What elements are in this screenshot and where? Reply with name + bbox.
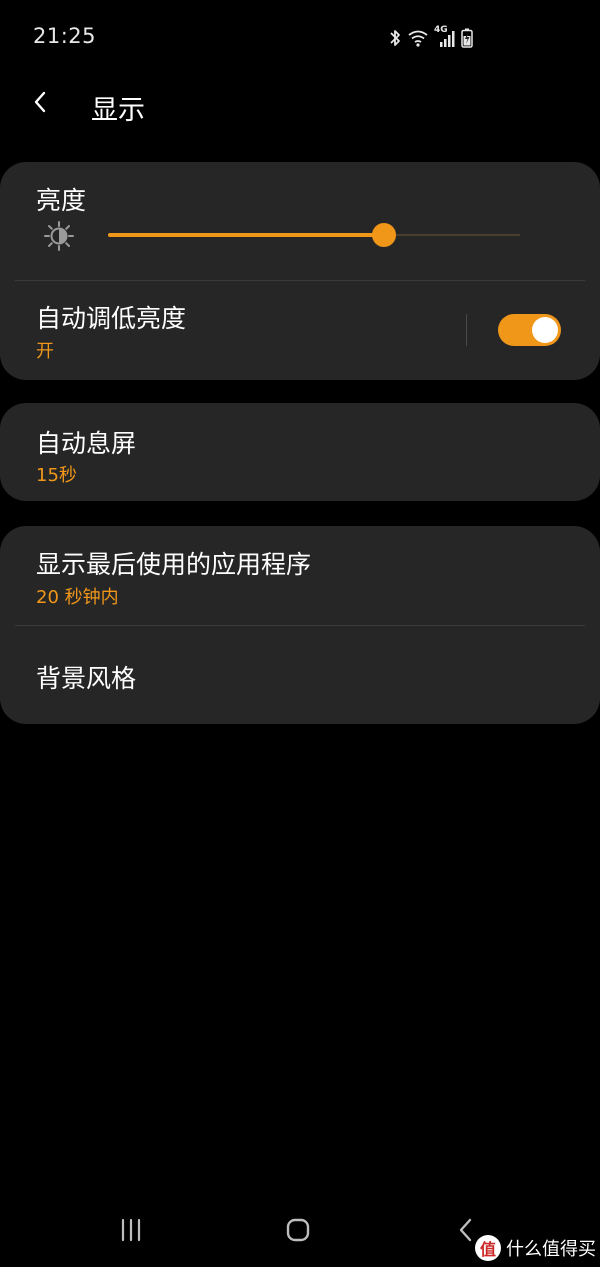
auto-dim-title: 自动调低亮度	[36, 304, 187, 333]
status-bar: 21:25 4G	[0, 0, 600, 76]
screen-timeout-value: 15秒	[36, 465, 77, 486]
slider-fill	[108, 233, 384, 237]
screen-timeout-card: 自动息屏 15秒	[0, 403, 600, 501]
watermark-text: 什么值得买	[506, 1239, 596, 1260]
watermark-logo: 值	[475, 1235, 501, 1261]
recents-icon	[119, 1218, 143, 1246]
background-style-row[interactable]: 背景风格	[0, 626, 600, 724]
recent-apps-row[interactable]: 显示最后使用的应用程序 20 秒钟内	[0, 526, 600, 625]
screen-timeout-title: 自动息屏	[36, 429, 137, 458]
screen-timeout-row[interactable]: 自动息屏 15秒	[0, 403, 600, 501]
slider-thumb[interactable]	[372, 223, 396, 247]
4g-signal-icon: 4G	[434, 25, 456, 49]
back-icon	[457, 1217, 475, 1247]
recent-apps-title: 显示最后使用的应用程序	[36, 550, 312, 579]
bluetooth-icon	[388, 28, 402, 48]
brightness-card: 亮度 自动调低亮度 开	[0, 162, 600, 380]
recents-button[interactable]	[111, 1214, 151, 1250]
wifi-icon	[407, 29, 429, 47]
status-icons: 4G	[388, 25, 473, 51]
brightness-slider[interactable]	[108, 223, 520, 247]
background-style-title: 背景风格	[36, 664, 137, 693]
toggle-knob	[532, 317, 558, 343]
recent-apps-card: 显示最后使用的应用程序 20 秒钟内 背景风格	[0, 526, 600, 724]
home-icon	[285, 1217, 311, 1247]
watermark: 值 什么值得买	[475, 1232, 596, 1264]
vertical-divider	[466, 314, 467, 346]
brightness-label: 亮度	[36, 186, 87, 215]
brightness-icon	[42, 219, 76, 253]
app-bar: 显示	[0, 76, 600, 136]
home-button[interactable]	[278, 1214, 318, 1250]
recent-apps-value: 20 秒钟内	[36, 587, 119, 608]
chevron-left-icon	[32, 90, 48, 118]
auto-dim-status: 开	[36, 341, 54, 362]
back-button[interactable]	[22, 84, 58, 124]
battery-charging-icon	[461, 28, 473, 48]
auto-dim-toggle[interactable]	[498, 314, 561, 346]
page-title: 显示	[91, 95, 145, 126]
status-time: 21:25	[33, 24, 97, 48]
